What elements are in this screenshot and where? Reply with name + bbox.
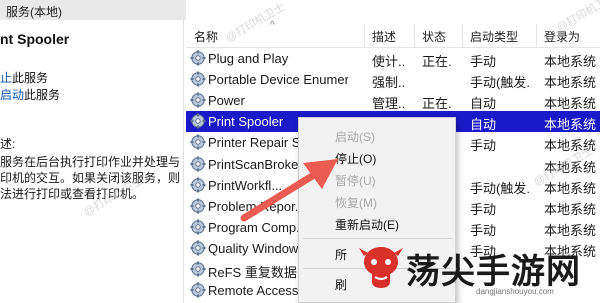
service-startup-type: 手动(触发... <box>470 75 530 91</box>
menu-item-refresh[interactable]: 刷 <box>335 276 347 293</box>
description-line: 服务在后台执行打印作业并处理与 <box>0 155 181 169</box>
service-row[interactable]: Portable Device Enumera... 强制... 手动(触发... 本… <box>186 69 600 90</box>
brand-bull-icon <box>359 247 403 288</box>
start-service-link-row: 启动此服务 <box>0 86 60 103</box>
service-logon-as: 本地系统 <box>544 117 597 133</box>
service-gear-icon <box>190 134 206 150</box>
brand-logo: 荡尖手游网 dangjianshouyou.com <box>358 240 600 303</box>
service-startup-type: 自动 <box>470 117 497 133</box>
service-gear-icon <box>190 219 206 235</box>
service-name: Portable Device Enumera... <box>208 72 348 88</box>
stop-service-link-row: 止此服务 <box>0 69 48 86</box>
window-titlebar: 服务(本地) <box>0 0 186 20</box>
service-name: Plug and Play <box>208 51 289 66</box>
column-header-status[interactable]: 状态 <box>422 28 446 45</box>
service-gear-icon <box>190 50 206 66</box>
service-logon-as: 本地系统 <box>544 201 597 217</box>
service-logon-as: 本地系统 <box>544 222 597 238</box>
brand-url: dangjianshouyou.com <box>476 287 554 296</box>
column-divider[interactable] <box>462 24 463 48</box>
service-startup-type: 手动 <box>470 138 497 154</box>
menu-item-start[interactable]: 启动(S) <box>335 128 375 145</box>
stop-service-link[interactable]: 止 <box>0 71 12 85</box>
service-startup-type: 手动 <box>470 201 497 217</box>
service-description: 强制... <box>372 75 404 91</box>
menu-item-resume[interactable]: 恢复(M) <box>335 194 377 211</box>
service-gear-icon <box>190 198 206 214</box>
stop-service-link-suffix: 此服务 <box>12 71 49 85</box>
description-label: 述: <box>0 137 16 151</box>
menu-item-pause[interactable]: 暂停(U) <box>335 172 376 189</box>
service-description: 使计... <box>372 54 404 69</box>
service-row[interactable]: Power 管理... 正在... 自动 本地系统 <box>186 90 600 111</box>
service-logon-as: 本地系统 <box>544 75 597 91</box>
menu-item-restart[interactable]: 重新启动(E) <box>335 216 399 233</box>
column-header-startup-type[interactable]: 启动类型 <box>470 28 518 45</box>
service-gear-icon <box>190 92 206 108</box>
service-startup-type: 手动 <box>470 54 497 69</box>
service-gear-icon <box>190 282 206 298</box>
menu-separator <box>303 238 453 239</box>
service-gear-icon <box>190 71 206 87</box>
column-divider[interactable] <box>364 24 365 48</box>
service-description-pane: nt Spooler 止此服务 启动此服务 述: 服务在后台执行打印作业并处理与… <box>0 20 184 303</box>
service-name: Power <box>208 93 245 109</box>
start-service-link[interactable]: 启动 <box>0 88 24 102</box>
selected-service-title: nt Spooler <box>0 31 70 47</box>
description-line: 印机的交互。如果关闭该服务，则 <box>0 171 181 185</box>
column-divider[interactable] <box>414 24 415 48</box>
service-startup-type: 手动(触发... <box>470 180 530 196</box>
service-gear-icon <box>190 261 206 277</box>
service-startup-type: 自动 <box>470 96 497 112</box>
service-description: 管理... <box>372 96 404 112</box>
service-gear-icon <box>190 156 206 171</box>
service-row[interactable]: Plug and Play 使计... 正在... 手动 本地系统 <box>186 48 600 69</box>
brand-name: 荡尖手游网 <box>406 253 581 291</box>
column-header-description[interactable]: 描述 <box>372 28 396 45</box>
service-logon-as: 本地系统 <box>544 96 597 112</box>
menu-item-stop[interactable]: 停止(O) <box>335 150 376 167</box>
start-service-link-suffix: 此服务 <box>24 88 61 102</box>
service-status: 正在... <box>422 54 452 69</box>
service-description-text: 服务在后台执行打印作业并处理与 印机的交互。如果关闭该服务，则 法进行打印或查看… <box>0 154 184 202</box>
column-header-name[interactable]: 名称 <box>194 28 218 45</box>
service-startup-type: 手动 <box>470 222 497 238</box>
window-title: 服务(本地) <box>6 5 62 19</box>
service-logon-as: 本地系统 <box>544 54 597 69</box>
service-gear-icon <box>190 177 206 193</box>
service-gear-icon <box>190 240 206 256</box>
menu-item-all-tasks[interactable]: 所 <box>335 246 347 263</box>
service-gear-icon <box>190 113 206 129</box>
column-divider[interactable] <box>536 24 537 48</box>
service-status: 正在... <box>422 96 452 112</box>
